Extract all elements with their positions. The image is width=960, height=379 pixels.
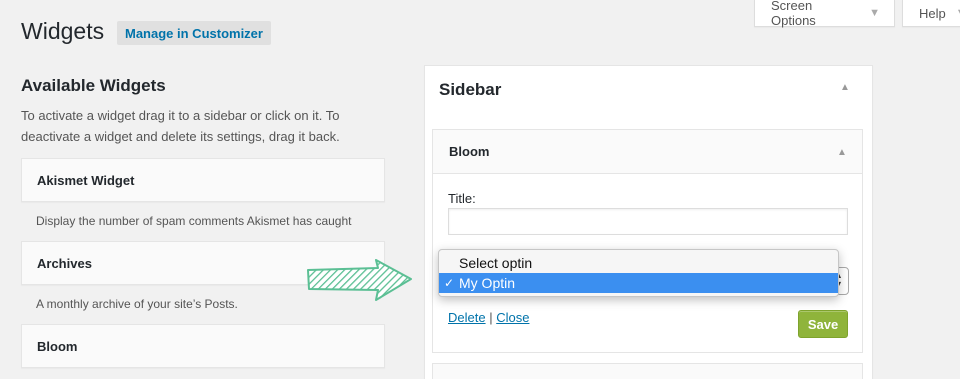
checkmark-icon: ✓ xyxy=(443,276,455,290)
widget-bloom[interactable]: Bloom xyxy=(21,324,385,368)
page-title: Widgets xyxy=(21,18,105,44)
title-input[interactable] xyxy=(448,208,848,235)
close-link[interactable]: Close xyxy=(496,310,529,325)
widget-akismet[interactable]: Akismet Widget xyxy=(21,158,385,202)
delete-link[interactable]: Delete xyxy=(448,310,486,325)
help-label: Help xyxy=(919,5,946,21)
help-tab[interactable]: Help ▼ xyxy=(902,0,960,27)
widget-description: Display the number of spam comments Akis… xyxy=(36,214,352,228)
title-label: Title: xyxy=(448,191,476,206)
option-my-optin[interactable]: ✓ My Optin xyxy=(439,273,838,293)
available-widgets-heading: Available Widgets xyxy=(21,76,166,95)
widget-description: A monthly archive of your site’s Posts. xyxy=(36,297,238,311)
sidebar-title: Sidebar xyxy=(439,80,502,99)
link-separator: | xyxy=(489,310,493,325)
screen-options-label: Screen Options xyxy=(771,0,816,28)
arrow-up-icon[interactable]: ▲ xyxy=(837,147,847,158)
caret-down-icon: ▼ xyxy=(869,7,880,19)
optin-dropdown-menu: Select optin ✓ My Optin xyxy=(438,249,839,297)
manage-in-customizer-button[interactable]: Manage in Customizer xyxy=(117,21,271,45)
widget-title: Akismet Widget xyxy=(37,172,135,188)
caret-down-icon: ▼ xyxy=(956,7,960,19)
arrow-up-icon[interactable]: ▲ xyxy=(840,82,850,93)
screen-options-tab[interactable]: Screen Options ▼ xyxy=(754,0,895,28)
option-label: Select optin xyxy=(459,255,533,271)
widget-title: Bloom xyxy=(37,338,78,354)
widget-control-links: Delete | Close xyxy=(448,310,529,325)
bloom-widget-title: Bloom xyxy=(449,144,490,159)
bloom-widget-header[interactable] xyxy=(433,130,862,174)
available-widgets-description: To activate a widget drag it to a sideba… xyxy=(21,108,340,144)
option-label: My Optin xyxy=(459,275,516,291)
green-hatched-arrow-icon xyxy=(307,259,412,301)
save-button[interactable]: Save xyxy=(798,310,848,338)
widget-title: Archives xyxy=(37,255,92,271)
next-widget-header[interactable] xyxy=(432,363,863,379)
option-select-optin[interactable]: Select optin xyxy=(439,253,838,273)
